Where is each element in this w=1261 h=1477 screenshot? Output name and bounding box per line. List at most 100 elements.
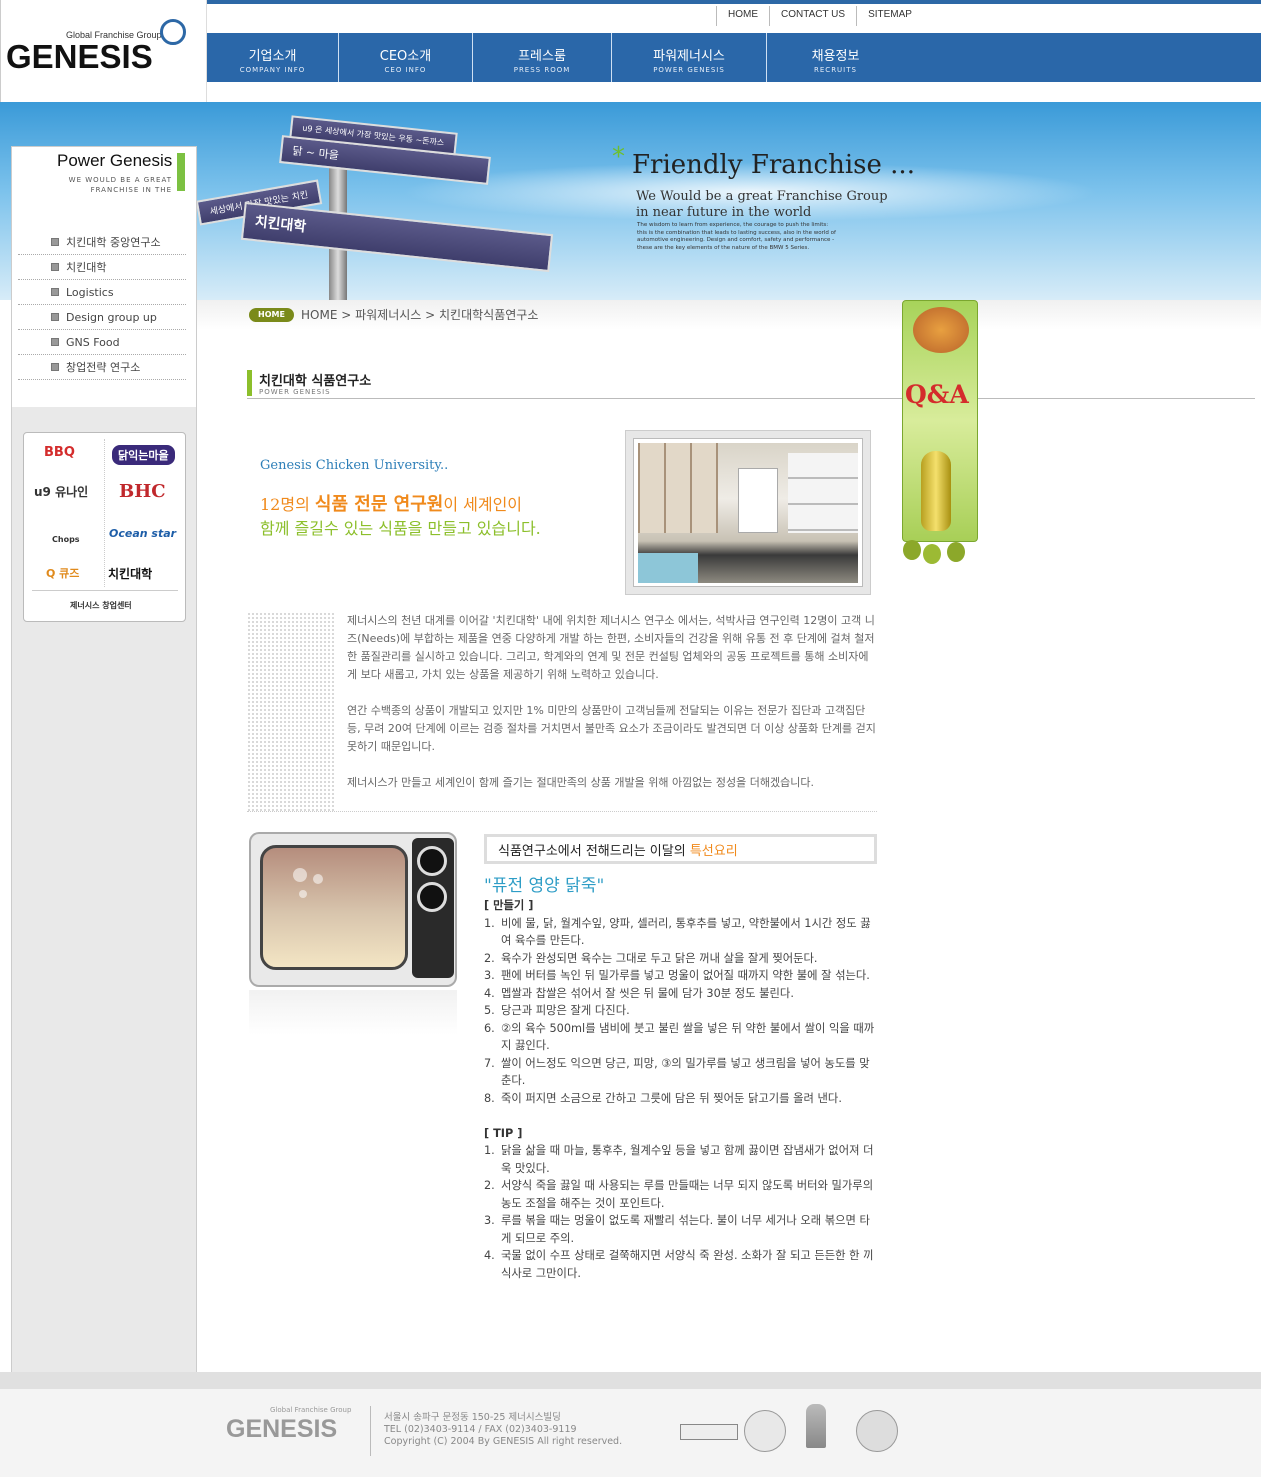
step-text: 죽이 퍼지면 소금으로 간하고 그릇에 담은 뒤 찢어둔 닭고기를 올려 낸다. — [501, 1091, 842, 1105]
nav-press-room[interactable]: 프레스룸 PRESS ROOM — [473, 33, 612, 82]
dotted-pattern — [247, 612, 335, 812]
recipe-step: 7. 쌀이 어느정도 익으면 당근, 피망, ③의 밀가루를 넣고 생크림을 넣어… — [484, 1055, 879, 1090]
nav-company-info[interactable]: 기업소개 COMPANY INFO — [207, 33, 339, 82]
title-accent-bar — [247, 370, 252, 396]
nav-ceo-info[interactable]: CEO소개 CEO INFO — [339, 33, 473, 82]
intro-korean-line2: 함께 즐길수 있는 식품을 만들고 있습니다. — [260, 519, 541, 538]
nav-label: 파워제너시스 — [653, 49, 725, 64]
intro-text: 12명의 — [260, 495, 315, 514]
intro-english: Genesis Chicken University.. — [260, 458, 449, 473]
nav-sublabel: RECRUITS — [814, 66, 857, 74]
tip-text: 닭을 삶을 때 마늘, 통후추, 월계수잎 등을 넣고 함께 끓이면 잡냄새가 … — [501, 1144, 874, 1175]
brand-grid-divider — [104, 439, 105, 587]
sidebar-item-central-lab[interactable]: 치킨대학 중앙연구소 — [18, 230, 186, 255]
trophy-icon — [806, 1404, 826, 1448]
body-paragraph: 제너시스가 만들고 세계인이 함께 즐기는 절대만족의 상품 개발을 위해 아낌… — [347, 776, 814, 789]
title-divider — [247, 398, 1255, 399]
emblem-badge-icon — [744, 1410, 786, 1452]
recipe-tip: 4. 국물 없이 수프 상태로 걸쭉해지면 서양식 죽 완성. 소화가 잘 되고 … — [484, 1247, 879, 1282]
recipe-header-text: 식품연구소에서 전해드리는 이달의 — [498, 844, 690, 859]
logo-text[interactable]: GENESIS — [6, 38, 153, 76]
lab-photo — [638, 443, 858, 583]
square-bullet-icon — [51, 288, 59, 296]
brand-bbq-logo[interactable]: BBQ — [44, 445, 75, 460]
step-text: 멥쌀과 찹쌀은 섞어서 잘 씻은 뒤 물에 담가 30분 정도 불린다. — [501, 986, 794, 1000]
recipe-step: 4. 멥쌀과 찹쌀은 섞어서 잘 씻은 뒤 물에 담가 30분 정도 불린다. — [484, 985, 879, 1003]
sidebar-item-gns-food[interactable]: GNS Food — [18, 330, 186, 355]
sidebar-item-chicken-univ[interactable]: 치킨대학 — [18, 255, 186, 280]
sidebar-title: Power Genesis — [57, 151, 173, 170]
brand-dak-maeul-logo[interactable]: 닭익는마을 — [112, 445, 175, 465]
olive-oil-bottle — [921, 451, 951, 531]
square-bullet-icon — [51, 338, 59, 346]
nav-recruits[interactable]: 채용정보 RECRUITS — [767, 33, 904, 82]
lab-container — [638, 553, 698, 583]
step-text: 육수가 완성되면 육수는 그대로 두고 닭은 꺼내 살을 잘게 찢어둔다. — [501, 951, 818, 965]
intro-text: 이 세계인이 — [443, 495, 523, 514]
tv-screen-image — [260, 845, 408, 970]
make-label: [ 만들기 ] — [484, 899, 534, 912]
sidebar-accent-bar — [177, 153, 185, 191]
recipe-header: 식품연구소에서 전해드리는 이달의 특선요리 — [498, 840, 738, 859]
step-text: 당근과 피망은 잘게 다진다. — [501, 1004, 630, 1017]
sidebar-menu: 치킨대학 중앙연구소 치킨대학 Logistics Design group u… — [18, 230, 186, 380]
tv-knob-icon — [417, 882, 447, 912]
recipe-step: 6. ②의 육수 500ml를 냄비에 붓고 불린 쌀을 넣은 뒤 약한 불에서 … — [484, 1020, 879, 1055]
lab-shelves — [638, 443, 718, 533]
nav-label: 프레스룸 — [518, 49, 566, 64]
sidebar-item-label: GNS Food — [66, 335, 120, 349]
brand-chops-logo[interactable]: Chops — [52, 535, 80, 544]
sidebar-item-startup-lab[interactable]: 창업전략 연구소 — [18, 355, 186, 380]
step-text: 팬에 버터를 녹인 뒤 밀가루를 넣고 멍울이 없어질 때까지 약한 불에 잘 … — [501, 969, 870, 982]
main-nav: 기업소개 COMPANY INFO CEO소개 CEO INFO 프레스룸 PR… — [207, 33, 1261, 82]
recipe-step: 1. 비에 물, 닭, 월계수잎, 양파, 셀러리, 통후추를 넣고, 약한불에서… — [484, 915, 879, 950]
tip-text: 서양식 죽을 끓일 때 사용되는 루를 만들때는 너무 되지 않도록 버터와 밀… — [501, 1179, 874, 1210]
footer-copyright: Copyright (C) 2004 By GENESIS All right … — [384, 1436, 623, 1447]
home-pill-icon[interactable]: HOME — [249, 308, 294, 322]
brand-u9-logo[interactable]: u9 유나인 — [34, 483, 88, 500]
recipe-step: 5. 당근과 피망은 잘게 다진다. — [484, 1002, 879, 1020]
nav-sublabel: CEO INFO — [384, 66, 427, 74]
circle-logo-icon — [856, 1410, 898, 1452]
util-contact-link[interactable]: CONTACT US — [769, 6, 856, 26]
utility-links: HOME CONTACT US SITEMAP — [716, 6, 923, 26]
sidebar-subtitle-line: WE WOULD BE A GREAT — [68, 176, 172, 184]
brand-chicken-univ-logo[interactable]: 치킨대학 — [108, 565, 152, 582]
footer-info: 서울시 송파구 문정동 150-25 제너시스빌딩 TEL (02)3403-9… — [384, 1412, 622, 1448]
nav-sublabel: PRESS ROOM — [513, 66, 571, 74]
qna-label[interactable]: Q&A — [905, 380, 969, 409]
square-bullet-icon — [51, 263, 59, 271]
recipe-title: "퓨전 영양 닭죽" — [484, 876, 605, 896]
recipe-tips: 1. 닭을 삶을 때 마늘, 통후추, 월계수잎 등을 넣고 함께 끓이면 잡냄새… — [484, 1142, 879, 1282]
footer-logo: GENESIS — [226, 1415, 338, 1443]
brand-links-box: BBQ 닭익는마을 u9 유나인 BHC Chops Ocean star Q … — [23, 432, 186, 622]
sidebar-item-design-group[interactable]: Design group up — [18, 305, 186, 330]
top-accent-bar — [207, 0, 1261, 4]
brand-q-logo[interactable]: Q 큐즈 — [46, 565, 79, 581]
recipe-step: 2. 육수가 완성되면 육수는 그대로 두고 닭은 꺼내 살을 잘게 찢어둔다. — [484, 950, 879, 968]
square-bullet-icon — [51, 313, 59, 321]
util-sitemap-link[interactable]: SITEMAP — [856, 6, 923, 26]
brand-startup-center[interactable]: 제너시스 창업센터 — [70, 600, 132, 611]
dotted-divider — [247, 811, 877, 812]
olives-icon — [903, 540, 973, 570]
cert-badge-icon — [680, 1424, 738, 1440]
square-bullet-icon — [51, 238, 59, 246]
fried-chicken-image — [913, 307, 969, 353]
breadcrumb: HOME > 파워제너시스 > 치킨대학식품연구소 — [301, 308, 539, 322]
hero-title: Friendly Franchise ... — [632, 150, 915, 180]
util-home-link[interactable]: HOME — [716, 6, 769, 26]
nav-power-genesis[interactable]: 파워제너시스 POWER GENESIS — [612, 33, 767, 82]
brand-bhc-logo[interactable]: BHC — [119, 481, 166, 502]
step-text: 쌀이 어느정도 익으면 당근, 피망, ③의 밀가루를 넣고 생크림을 넣어 농… — [501, 1056, 870, 1088]
footer-top-bar — [0, 1372, 1261, 1389]
sidebar-item-logistics[interactable]: Logistics — [18, 280, 186, 305]
qna-banner[interactable] — [902, 300, 978, 542]
nav-sublabel: COMPANY INFO — [239, 66, 306, 74]
body-paragraph: 제너시스의 천년 대계를 이어갈 '치킨대학' 내에 위치한 제너시스 연구소 … — [347, 614, 875, 681]
sidebar-item-label: Design group up — [66, 310, 157, 324]
footer-tel: TEL (02)3403-9114 / FAX (02)3403-9119 — [384, 1424, 577, 1435]
hero-small-text: The wisdom to learn from experience, the… — [637, 222, 836, 251]
brand-ocean-star-logo[interactable]: Ocean star — [109, 527, 176, 540]
tip-text: 국물 없이 수프 상태로 걸쭉해지면 서양식 죽 완성. 소화가 잘 되고 든든… — [501, 1249, 874, 1280]
